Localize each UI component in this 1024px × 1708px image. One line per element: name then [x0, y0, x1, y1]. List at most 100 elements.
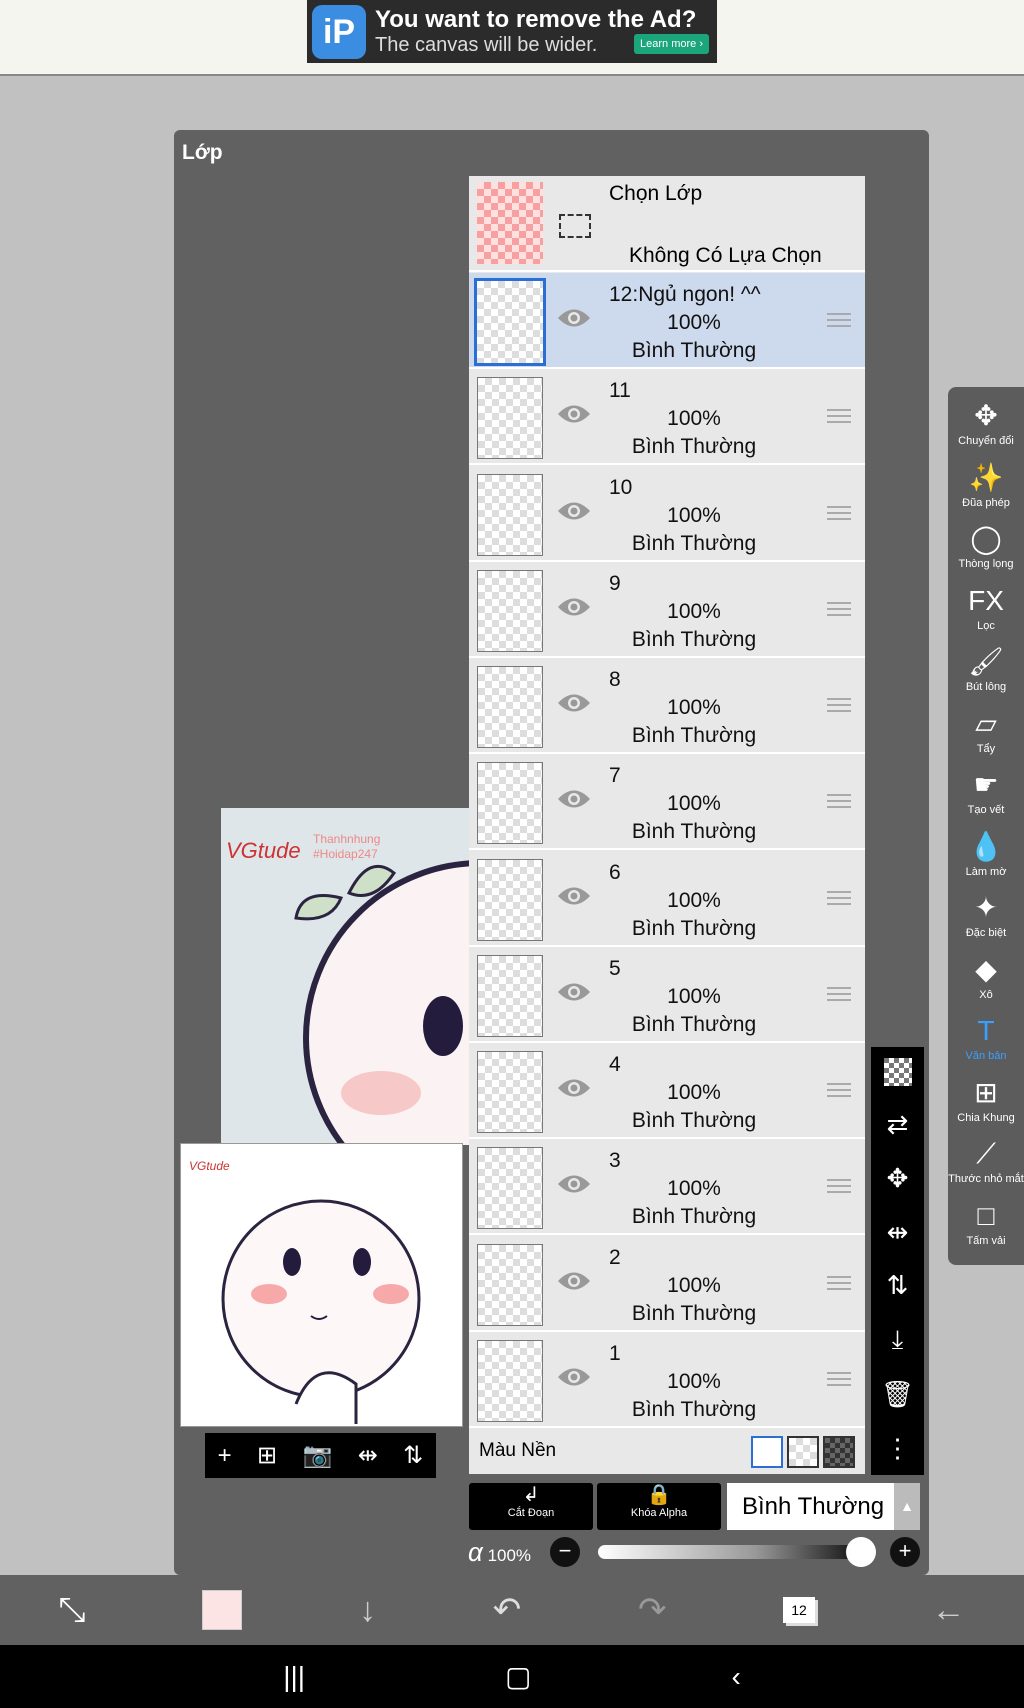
background-label: Màu Nền: [479, 1440, 557, 1461]
alpha-lock-button[interactable]: 🔒 Khóa Alpha: [597, 1483, 721, 1530]
eye-icon[interactable]: [557, 403, 591, 425]
ad-title: You want to remove the Ad?: [375, 6, 697, 33]
swap-tool-icon[interactable]: ⤡: [58, 1591, 85, 1630]
merge-down-icon[interactable]: ⤓: [892, 1324, 904, 1356]
opacity-increase-button[interactable]: +: [890, 1537, 920, 1567]
tool-label: Lọc: [977, 619, 995, 632]
down-arrow-icon[interactable]: ↓: [359, 1591, 376, 1630]
transparency-icon[interactable]: [883, 1058, 912, 1087]
layer-opacity: 100%: [667, 696, 721, 719]
canvas-thumbnail[interactable]: VGtude: [180, 1143, 463, 1427]
eye-icon[interactable]: [557, 1173, 591, 1195]
undo-icon[interactable]: ↶: [493, 1590, 522, 1630]
tool-eyedropper[interactable]: ⟋ Thước nhỏ mắt: [948, 1133, 1024, 1195]
bg-transparent-swatch[interactable]: [787, 1436, 819, 1468]
tool-bucket[interactable]: ◆ Xô: [948, 949, 1024, 1011]
flip-layer-horizontal-icon[interactable]: ⇹: [887, 1217, 909, 1248]
trash-icon[interactable]: 🗑: [881, 1379, 914, 1410]
back-arrow-icon[interactable]: ←: [932, 1591, 966, 1630]
drag-handle-icon[interactable]: [827, 1275, 851, 1290]
drag-handle-icon[interactable]: [827, 505, 851, 520]
chevron-up-icon[interactable]: ▲: [894, 1483, 920, 1530]
eye-icon[interactable]: [557, 981, 591, 1003]
tool-move[interactable]: ✥ Chuyển đổi: [948, 395, 1024, 457]
layer-row[interactable]: 11 100% Bình Thường: [469, 369, 865, 466]
opacity-decrease-button[interactable]: −: [550, 1537, 580, 1567]
drag-handle-icon[interactable]: [827, 313, 851, 327]
drag-handle-icon[interactable]: [827, 601, 851, 616]
ibis-logo: iP: [312, 5, 366, 59]
tool-frame-divider[interactable]: ⊞ Chia Khung: [948, 1072, 1024, 1134]
home-icon[interactable]: ▢: [505, 1660, 531, 1693]
camera-icon[interactable]: 📷: [302, 1441, 332, 1470]
drag-handle-icon[interactable]: [827, 986, 851, 1001]
tool-blur[interactable]: 💧 Làm mờ: [948, 826, 1024, 888]
tool-smudge[interactable]: ☛ Tạo vết: [948, 764, 1024, 826]
tool-label: Đũa phép: [962, 496, 1010, 509]
eye-icon[interactable]: [557, 788, 591, 810]
layer-row[interactable]: 7 100% Bình Thường: [469, 754, 865, 851]
clipping-button[interactable]: ↲ Cắt Đoạn: [469, 1483, 593, 1530]
tool-magic-wand[interactable]: ✨ Đũa phép: [948, 457, 1024, 519]
drag-handle-icon[interactable]: [827, 1083, 851, 1097]
tool-special[interactable]: ✦ Đặc biệt: [948, 887, 1024, 949]
flip-layer-vertical-icon[interactable]: ⇅: [887, 1270, 909, 1301]
back-icon[interactable]: ‹: [731, 1661, 740, 1693]
flip-horizontal-icon[interactable]: ⇹: [358, 1441, 378, 1470]
current-color-swatch[interactable]: [202, 1590, 243, 1630]
layer-row[interactable]: 9 100% Bình Thường: [469, 561, 865, 658]
frame-divider-icon: ⊞: [974, 1076, 998, 1108]
learn-more-button[interactable]: Learn more ›: [634, 34, 709, 54]
bg-white-swatch[interactable]: [751, 1436, 783, 1468]
layer-row[interactable]: 1 100% Bình Thường: [469, 1331, 865, 1428]
move-layer-icon[interactable]: ✥: [887, 1163, 909, 1194]
tool-text[interactable]: T Văn bản: [948, 1010, 1024, 1072]
select-layer-row[interactable]: Chọn Lớp Không Có Lựa Chọn: [469, 176, 865, 272]
tool-brush[interactable]: 🖌 Bút lông: [948, 641, 1024, 703]
drag-handle-icon[interactable]: [827, 1371, 851, 1386]
layer-row[interactable]: 10 100% Bình Thường: [469, 465, 865, 562]
layer-row[interactable]: 3 100% Bình Thường: [469, 1139, 865, 1236]
layer-row[interactable]: 6 100% Bình Thường: [469, 850, 865, 947]
eye-icon[interactable]: [557, 1270, 591, 1292]
drag-handle-icon[interactable]: [827, 409, 851, 424]
eye-icon[interactable]: [557, 1366, 591, 1388]
redo-icon[interactable]: ↷: [638, 1590, 667, 1630]
eye-icon[interactable]: [557, 885, 591, 907]
tool-fx[interactable]: FX Lọc: [948, 580, 1024, 642]
drag-handle-icon[interactable]: [827, 794, 851, 809]
recent-apps-icon[interactable]: |||: [283, 1661, 305, 1693]
flip-vertical-icon[interactable]: ⇅: [403, 1441, 423, 1470]
layers-button[interactable]: 12: [783, 1597, 815, 1623]
layer-blend-mode: Bình Thường: [631, 339, 757, 362]
eye-icon[interactable]: [557, 1077, 591, 1099]
eye-icon[interactable]: [557, 692, 591, 714]
drag-handle-icon[interactable]: [827, 1179, 851, 1194]
drag-handle-icon[interactable]: [827, 698, 851, 712]
tool-eraser[interactable]: ▱ Tẩy: [948, 703, 1024, 765]
convert-layer-icon[interactable]: ⇄: [887, 1109, 909, 1140]
layer-row[interactable]: 5 100% Bình Thường: [469, 946, 865, 1043]
opacity-slider[interactable]: [598, 1545, 860, 1559]
more-options-icon[interactable]: ⋮: [885, 1433, 911, 1464]
eye-icon[interactable]: [557, 500, 591, 522]
tool-canvas[interactable]: □ Tấm vải: [948, 1195, 1024, 1257]
eye-icon[interactable]: [557, 596, 591, 618]
tool-lasso[interactable]: ◯ Thòng lọng: [948, 518, 1024, 580]
ad-banner[interactable]: iP You want to remove the Ad? The canvas…: [307, 0, 717, 63]
eye-icon[interactable]: [557, 307, 591, 329]
canvas-icon: □: [977, 1199, 995, 1231]
add-layer-icon[interactable]: +: [218, 1442, 232, 1470]
tool-label: Làm mờ: [965, 865, 1007, 878]
layer-row[interactable]: 12:Ngủ ngon! ^^ 100% Bình Thường: [469, 273, 865, 369]
drag-handle-icon[interactable]: [827, 890, 851, 905]
bg-dark-swatch[interactable]: [823, 1436, 855, 1468]
layer-row[interactable]: 8 100% Bình Thường: [469, 658, 865, 754]
blend-mode-select[interactable]: Bình Thường: [727, 1483, 894, 1530]
layer-name: 7: [609, 764, 621, 788]
layer-row[interactable]: 4 100% Bình Thường: [469, 1043, 865, 1139]
opacity-slider-handle[interactable]: [846, 1537, 876, 1567]
canvas[interactable]: VGtude Thanhnhung #Hoidap247: [221, 808, 469, 1145]
add-layer-special-icon[interactable]: ⊞: [257, 1441, 277, 1470]
layer-row[interactable]: 2 100% Bình Thường: [469, 1235, 865, 1332]
